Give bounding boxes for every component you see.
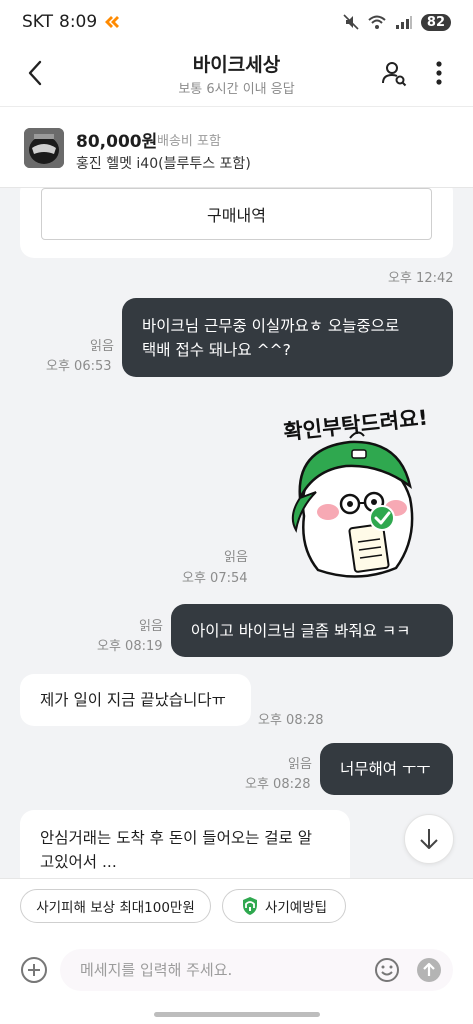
message-time: 오후 06:53 — [46, 359, 112, 374]
character-sticker-image: 확인부탁드려요! — [282, 406, 429, 578]
seller-profile-button[interactable] — [377, 56, 411, 90]
product-summary[interactable]: 80,000원 배송비 포함 홍진 헬멧 i40(블루투스 포함) — [0, 106, 473, 188]
sticker-text: 확인부탁드려요! — [282, 406, 429, 445]
message-text: 안심거래는 도착 후 돈이 들어오는 걸로 알 고있어서 ... — [40, 826, 312, 874]
message-input-bar — [0, 934, 473, 1024]
mute-icon — [343, 14, 359, 30]
send-button[interactable] — [416, 957, 442, 983]
message-bubble[interactable]: 아이고 바이크님 글좀 봐줘요 ㅋㅋ — [171, 604, 453, 657]
user-search-icon — [382, 62, 407, 87]
scroll-to-bottom-button[interactable] — [404, 814, 454, 864]
wifi-icon — [368, 15, 386, 29]
more-vertical-icon — [436, 61, 442, 85]
message-time: 오후 12:42 — [388, 271, 454, 286]
chip-label: 사기예방팁 — [264, 900, 328, 916]
message-text: 아이고 바이크님 글좀 봐줘요 ㅋㅋ — [191, 621, 411, 640]
status-left: SKT 8:09 — [22, 12, 121, 32]
status-bar: SKT 8:09 82 — [0, 0, 473, 44]
smile-icon — [375, 958, 399, 982]
emoji-button[interactable] — [374, 957, 400, 983]
message-line: 바이크님 근무중 이실까요ㅎ 오늘중으로 — [142, 316, 400, 335]
read-receipt: 읽음 — [90, 339, 114, 354]
fraud-prevention-tips-chip[interactable]: 사기예방팁 — [222, 889, 346, 923]
shipping-label: 배송비 포함 — [157, 134, 221, 149]
shield-check-icon — [242, 897, 257, 915]
product-thumbnail — [24, 128, 64, 168]
quick-chips: 사기피해 보상 최대100만원 사기예방팁 — [0, 878, 473, 934]
message-line: 택배 접수 돼나요 ^^? — [142, 340, 291, 359]
message-bubble[interactable]: 바이크님 근무중 이실까요ㅎ 오늘중으로 택배 접수 돼나요 ^^? — [122, 298, 453, 377]
message-text: 제가 일이 지금 끝났습니다ㅠ — [40, 691, 226, 709]
fraud-compensation-chip[interactable]: 사기피해 보상 최대100만원 — [20, 889, 211, 923]
purchase-history-button[interactable]: 구매내역 — [41, 188, 432, 240]
product-price: 80,000원 — [76, 132, 158, 152]
chat-messages[interactable]: 구매내역 오후 12:42 읽음 오후 06:53 바이크님 근무중 이실까요ㅎ… — [0, 188, 473, 878]
plus-circle-icon — [21, 957, 47, 983]
message-time: 오후 08:28 — [258, 713, 324, 728]
message-bubble[interactable]: 제가 일이 지금 끝났습니다ㅠ — [20, 674, 251, 726]
message-line: 고있어서 ... — [40, 853, 117, 871]
more-options-button[interactable] — [427, 56, 451, 90]
message-bubble[interactable]: 안심거래는 도착 후 돈이 들어오는 걸로 알 고있어서 ... — [20, 810, 350, 878]
status-right: 82 — [343, 13, 451, 31]
message-bubble[interactable]: 너무해여 ㅜㅜ — [320, 743, 453, 795]
message-time: 오후 07:54 — [182, 571, 248, 586]
message-line: 안심거래는 도착 후 돈이 들어오는 걸로 알 — [40, 829, 312, 847]
arrow-up-icon — [417, 958, 441, 982]
message-text: 너무해여 ㅜㅜ — [340, 760, 431, 778]
message-text: 바이크님 근무중 이실까요ㅎ 오늘중으로 택배 접수 돼나요 ^^? — [142, 314, 399, 362]
purchase-card: 구매내역 — [20, 188, 453, 258]
message-time: 오후 08:28 — [245, 777, 311, 792]
carrier-label: SKT — [22, 12, 54, 32]
helmet-image — [24, 128, 64, 168]
read-receipt: 읽음 — [139, 619, 163, 634]
arrow-down-icon — [420, 829, 438, 849]
sticker-message[interactable]: 확인부탁드려요! — [276, 388, 442, 584]
home-indicator — [154, 1012, 320, 1017]
product-name: 홍진 헬멧 i40(블루투스 포함) — [76, 156, 251, 172]
signal-icon — [395, 16, 412, 29]
read-receipt: 읽음 — [224, 550, 248, 565]
chip-label: 사기피해 보상 최대100만원 — [36, 900, 195, 916]
battery-indicator: 82 — [420, 13, 451, 31]
chat-header: 바이크세상 보통 6시간 이내 응답 — [0, 44, 473, 106]
read-receipt: 읽음 — [288, 757, 312, 772]
attach-button[interactable] — [20, 956, 48, 984]
message-time: 오후 08:19 — [97, 639, 163, 654]
notification-app-icon — [105, 16, 120, 28]
status-time: 8:09 — [59, 12, 98, 32]
